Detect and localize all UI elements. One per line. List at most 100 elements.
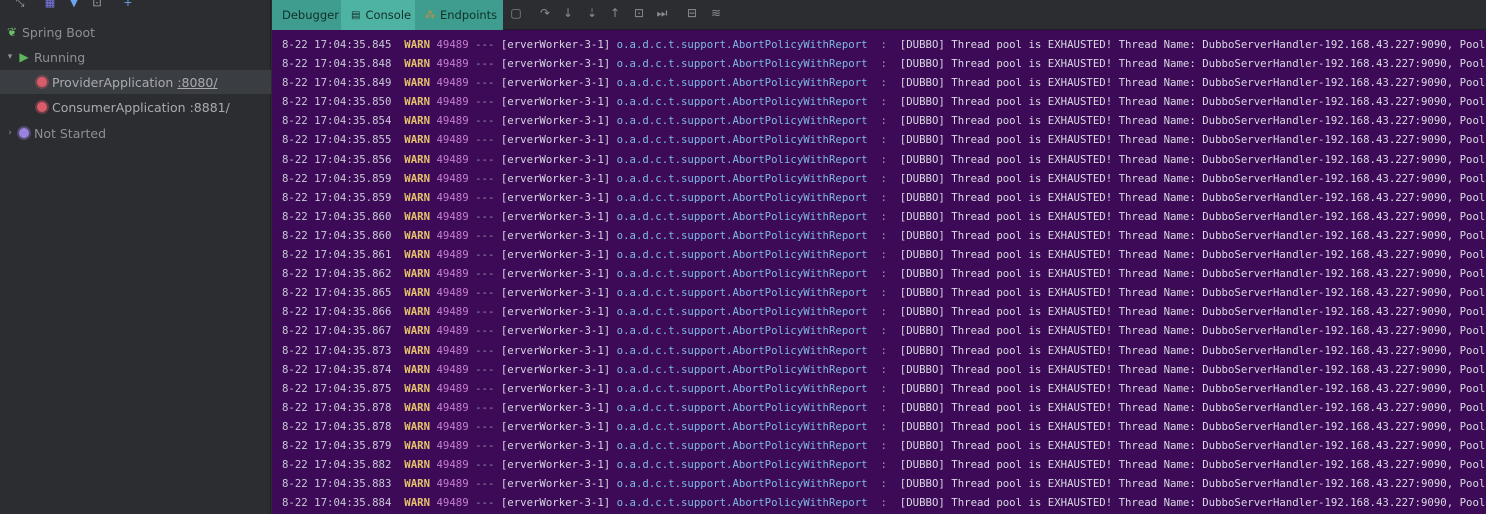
tab-console[interactable]: ▤ Console — [341, 0, 415, 30]
log-logger: o.a.d.c.t.support.AbortPolicyWithReport — [616, 496, 868, 510]
settings-icon[interactable]: ≋ — [707, 4, 725, 22]
log-message: [DUBBO] Thread pool is EXHAUSTED! Thread… — [899, 438, 1486, 452]
log-thread: [erverWorker-3-1] — [500, 133, 611, 147]
log-pid: 49489 — [436, 362, 469, 376]
log-message: [DUBBO] Thread pool is EXHAUSTED! Thread… — [899, 209, 1486, 223]
port-link[interactable]: :8080/ — [177, 75, 217, 90]
log-timestamp: 8-22 17:04:35.873 — [282, 343, 392, 357]
log-logger: o.a.d.c.t.support.AbortPolicyWithReport — [616, 114, 868, 128]
log-colon: : — [880, 209, 887, 223]
filter-icon[interactable]: ▼ — [67, 0, 81, 10]
log-level: WARN — [404, 438, 431, 452]
log-separator: --- — [475, 400, 495, 414]
log-line: 8-22 17:04:35.848 WARN 49489 --- [erverW… — [282, 54, 1486, 73]
log-thread: [erverWorker-3-1] — [500, 57, 611, 71]
evaluate-icon[interactable]: ⊟ — [683, 4, 701, 22]
log-timestamp: 8-22 17:04:35.878 — [282, 419, 392, 433]
log-timestamp: 8-22 17:04:35.874 — [282, 362, 392, 376]
log-pid: 49489 — [436, 114, 469, 128]
log-thread: [erverWorker-3-1] — [500, 209, 611, 223]
tree-item-label: ConsumerApplication — [52, 99, 186, 115]
log-separator: --- — [475, 76, 495, 90]
log-line: 8-22 17:04:35.879 WARN 49489 --- [erverW… — [282, 436, 1486, 455]
log-colon: : — [880, 381, 887, 395]
collapse-icon[interactable]: ⤡ — [13, 0, 27, 10]
log-timestamp: 8-22 17:04:35.859 — [282, 190, 392, 204]
log-separator: --- — [475, 190, 495, 204]
log-level: WARN — [404, 400, 431, 414]
force-step-into-icon[interactable]: ⇣ — [583, 4, 601, 22]
log-colon: : — [880, 343, 887, 357]
chevron-down-icon[interactable]: ▾ — [4, 52, 16, 62]
port-link[interactable]: :8881/ — [190, 100, 230, 115]
log-level: WARN — [404, 324, 431, 338]
log-message: [DUBBO] Thread pool is EXHAUSTED! Thread… — [899, 496, 1486, 510]
log-thread: [erverWorker-3-1] — [500, 286, 611, 300]
log-timestamp: 8-22 17:04:35.865 — [282, 286, 392, 300]
run-to-cursor-icon[interactable]: ⊡ — [630, 4, 648, 22]
tree-item-provider-application[interactable]: ProviderApplication :8080/ — [0, 70, 271, 94]
tab-label: Endpoints — [440, 8, 498, 22]
log-message: [DUBBO] Thread pool is EXHAUSTED! Thread… — [899, 286, 1486, 300]
log-logger: o.a.d.c.t.support.AbortPolicyWithReport — [616, 305, 868, 319]
run-console-panel: Debugger ▤ Console ⁂ Endpoints ▢ ↷ ↓ ⇣ ↑… — [272, 0, 1486, 514]
tree-item-not-started[interactable]: › Not Started — [0, 121, 271, 145]
log-logger: o.a.d.c.t.support.AbortPolicyWithReport — [616, 324, 868, 338]
log-thread: [erverWorker-3-1] — [500, 496, 611, 510]
console-output[interactable]: 8-22 17:04:35.845 WARN 49489 --- [erverW… — [282, 35, 1486, 514]
chevron-right-icon[interactable]: › — [4, 128, 16, 138]
log-colon: : — [880, 228, 887, 242]
log-line: 8-22 17:04:35.859 WARN 49489 --- [erverW… — [282, 169, 1486, 188]
log-colon: : — [880, 248, 887, 262]
log-timestamp: 8-22 17:04:35.845 — [282, 38, 392, 51]
log-level: WARN — [404, 114, 431, 128]
log-line: 8-22 17:04:35.854 WARN 49489 --- [erverW… — [282, 111, 1486, 130]
log-pid: 49489 — [436, 324, 469, 338]
step-into-icon[interactable]: ↓ — [559, 4, 577, 22]
log-separator: --- — [475, 171, 495, 185]
tree-item-consumer-application[interactable]: ConsumerApplication :8881/ — [0, 95, 271, 119]
log-thread: [erverWorker-3-1] — [500, 343, 611, 357]
log-pid: 49489 — [436, 152, 469, 166]
add-service-icon[interactable]: + — [121, 0, 135, 10]
log-line: 8-22 17:04:35.855 WARN 49489 --- [erverW… — [282, 130, 1486, 149]
log-message: [DUBBO] Thread pool is EXHAUSTED! Thread… — [899, 419, 1486, 433]
spring-leaf-icon: ❦ — [6, 25, 18, 39]
log-colon: : — [880, 57, 887, 71]
log-thread: [erverWorker-3-1] — [500, 267, 611, 281]
tree-item-running[interactable]: ▾ ▶ Running — [0, 45, 271, 69]
log-line: 8-22 17:04:35.883 WARN 49489 --- [erverW… — [282, 474, 1486, 493]
log-separator: --- — [475, 267, 495, 281]
log-pid: 49489 — [436, 381, 469, 395]
group-by-icon[interactable]: ▦ — [43, 0, 57, 10]
log-timestamp: 8-22 17:04:35.855 — [282, 133, 392, 147]
log-logger: o.a.d.c.t.support.AbortPolicyWithReport — [616, 228, 868, 242]
log-thread: [erverWorker-3-1] — [500, 438, 611, 452]
log-separator: --- — [475, 209, 495, 223]
tree-item-spring-boot[interactable]: ❦ Spring Boot — [0, 20, 271, 44]
log-logger: o.a.d.c.t.support.AbortPolicyWithReport — [616, 458, 868, 472]
stop-frame-icon[interactable]: ▢ — [507, 4, 525, 22]
tab-debugger[interactable]: Debugger — [272, 0, 341, 30]
log-level: WARN — [404, 133, 431, 147]
log-timestamp: 8-22 17:04:35.850 — [282, 95, 392, 109]
log-colon: : — [880, 133, 887, 147]
log-colon: : — [880, 95, 887, 109]
log-pid: 49489 — [436, 400, 469, 414]
log-thread: [erverWorker-3-1] — [500, 477, 611, 491]
log-message: [DUBBO] Thread pool is EXHAUSTED! Thread… — [899, 38, 1486, 51]
log-separator: --- — [475, 477, 495, 491]
log-pid: 49489 — [436, 438, 469, 452]
step-over-icon[interactable]: ↷ — [536, 4, 554, 22]
log-line: 8-22 17:04:35.865 WARN 49489 --- [erverW… — [282, 283, 1486, 302]
resume-icon[interactable]: ⏭ — [653, 4, 671, 22]
tab-label: Console — [365, 8, 412, 22]
log-colon: : — [880, 324, 887, 338]
log-line: 8-22 17:04:35.878 WARN 49489 --- [erverW… — [282, 417, 1486, 436]
tab-endpoints[interactable]: ⁂ Endpoints — [415, 0, 503, 30]
log-message: [DUBBO] Thread pool is EXHAUSTED! Thread… — [899, 458, 1486, 472]
log-separator: --- — [475, 362, 495, 376]
log-level: WARN — [404, 152, 431, 166]
new-tab-icon[interactable]: ⊡ — [90, 0, 104, 10]
step-out-icon[interactable]: ↑ — [606, 4, 624, 22]
